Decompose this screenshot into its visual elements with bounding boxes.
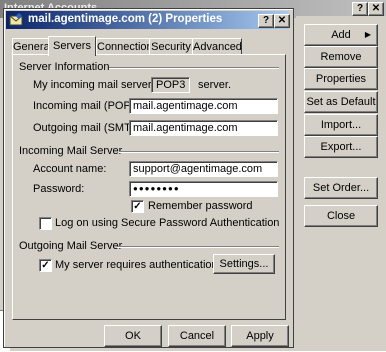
import-button[interactable]: Import...	[304, 114, 378, 136]
tab-connection[interactable]: Connection	[96, 38, 153, 55]
properties-button[interactable]: Properties	[304, 68, 378, 90]
mail-account-icon	[9, 13, 23, 26]
properties-title: mail.agentimage.com (2) Properties	[28, 13, 223, 25]
servers-panel: Server Information My incoming mail serv…	[12, 54, 286, 320]
incoming-server-heading: Incoming Mail Server	[19, 145, 123, 157]
dialog-close-button[interactable]: ✕	[274, 14, 290, 28]
incoming-mail-field[interactable]: mail.agentimage.com	[129, 98, 278, 114]
add-button-label: Add	[331, 29, 351, 41]
set-as-default-button[interactable]: Set as Default	[304, 91, 378, 113]
incoming-mail-label: Incoming mail (POP3):	[33, 100, 144, 112]
settings-button[interactable]: Settings...	[213, 254, 275, 274]
export-button[interactable]: Export...	[304, 136, 378, 158]
incoming-type-suffix: server.	[198, 79, 232, 91]
outgoing-server-divider	[117, 246, 279, 248]
account-name-field[interactable]: support@agentimage.com	[129, 161, 278, 177]
password-label: Password:	[33, 183, 85, 195]
properties-titlebar: mail.agentimage.com (2) Properties ? ✕	[6, 11, 290, 29]
tab-general[interactable]: General	[12, 38, 52, 55]
outgoing-mail-field[interactable]: mail.agentimage.com	[129, 120, 278, 136]
help-button[interactable]: ?	[352, 2, 368, 16]
tab-advanced[interactable]: Advanced	[192, 38, 242, 55]
spa-checkbox[interactable]	[39, 217, 52, 230]
incoming-server-divider	[119, 151, 279, 153]
close-accounts-button[interactable]: Close	[304, 205, 378, 227]
spa-label: Log on using Secure Password Authenticat…	[55, 217, 280, 229]
server-info-heading: Server Information	[19, 61, 110, 73]
remember-password-checkbox[interactable]: ✓	[131, 200, 144, 213]
password-field[interactable]: ●●●●●●●●	[129, 181, 278, 197]
remember-password-label: Remember password	[148, 200, 253, 212]
cancel-button[interactable]: Cancel	[168, 325, 226, 347]
incoming-type-value: POP3	[151, 77, 191, 93]
close-button[interactable]: ✕	[368, 2, 384, 16]
auth-label: My server requires authentication	[55, 259, 218, 271]
checkmark-icon: ✓	[133, 201, 142, 212]
tab-servers[interactable]: Servers	[48, 36, 96, 56]
apply-button[interactable]: Apply	[231, 325, 289, 347]
properties-dialog: mail.agentimage.com (2) Properties ? ✕ G…	[3, 8, 294, 348]
tab-security[interactable]: Security	[149, 38, 193, 55]
add-button[interactable]: Add ▶	[304, 24, 378, 46]
outgoing-server-heading: Outgoing Mail Server	[19, 240, 123, 252]
dialog-help-button[interactable]: ?	[258, 14, 274, 28]
checkmark-icon: ✓	[41, 260, 50, 271]
auth-checkbox[interactable]: ✓	[39, 259, 52, 272]
remove-button[interactable]: Remove	[304, 46, 378, 68]
ok-button[interactable]: OK	[104, 325, 162, 347]
chevron-right-icon: ▶	[364, 30, 371, 39]
set-order-button[interactable]: Set Order...	[304, 177, 378, 199]
account-name-label: Account name:	[33, 163, 107, 175]
server-info-divider	[109, 67, 279, 69]
